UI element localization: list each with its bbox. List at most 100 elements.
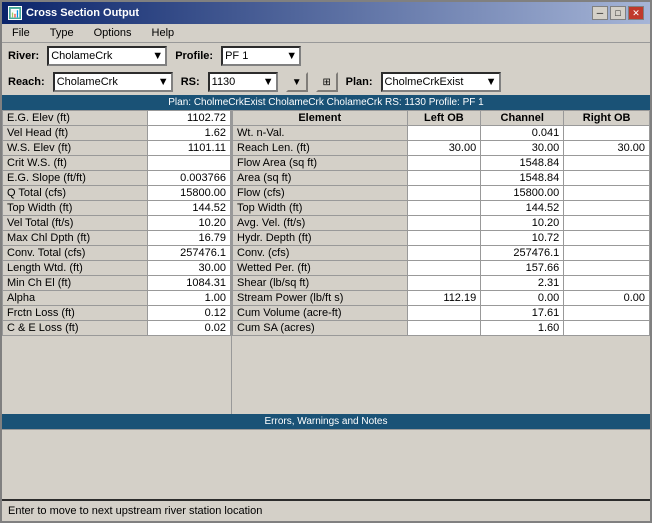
reach-dropdown[interactable]: CholameCrk ▼ (53, 72, 173, 92)
minimize-button[interactable]: ─ (592, 6, 608, 20)
right-table-right-ob (564, 216, 650, 231)
right-table-channel: 2.31 (481, 276, 564, 291)
close-button[interactable]: ✕ (628, 6, 644, 20)
right-table-element: Shear (lb/sq ft) (233, 276, 408, 291)
nav-icon-button[interactable]: ⊞ (316, 72, 338, 92)
app-icon: 📊 (8, 6, 22, 20)
profile-dropdown[interactable]: PF 1 ▼ (221, 46, 301, 66)
nav-down-button[interactable]: ▼ (286, 72, 308, 92)
right-table-element: Area (sq ft) (233, 171, 408, 186)
form-row-2: Reach: CholameCrk ▼ RS: 1130 ▼ ▼ ⊞ Plan:… (2, 69, 650, 95)
left-table-label: W.S. Elev (ft) (3, 141, 148, 156)
right-table-channel: 0.041 (481, 126, 564, 141)
left-table-value: 144.52 (148, 201, 231, 216)
window-controls: ─ □ ✕ (592, 6, 644, 20)
right-table-right-ob (564, 261, 650, 276)
right-table-left-ob (407, 171, 481, 186)
right-table-left-ob: 30.00 (407, 141, 481, 156)
right-table-row: Avg. Vel. (ft/s)10.20 (233, 216, 650, 231)
right-table-element: Hydr. Depth (ft) (233, 231, 408, 246)
maximize-button[interactable]: □ (610, 6, 626, 20)
right-table-element: Top Width (ft) (233, 201, 408, 216)
right-table-element: Stream Power (lb/ft s) (233, 291, 408, 306)
right-table-channel: 10.20 (481, 216, 564, 231)
right-table-left-ob (407, 276, 481, 291)
right-table-right-ob (564, 126, 650, 141)
left-table-row: Alpha1.00 (3, 291, 231, 306)
left-table: E.G. Elev (ft)1102.72Vel Head (ft)1.62W.… (2, 110, 231, 336)
right-table-element: Flow (cfs) (233, 186, 408, 201)
right-table-row: Wt. n-Val.0.041 (233, 126, 650, 141)
left-table-value (148, 156, 231, 171)
right-table-right-ob (564, 201, 650, 216)
main-content: E.G. Elev (ft)1102.72Vel Head (ft)1.62W.… (2, 110, 650, 414)
right-table-element: Wetted Per. (ft) (233, 261, 408, 276)
right-table-left-ob (407, 231, 481, 246)
errors-bar: Errors, Warnings and Notes (2, 414, 650, 429)
right-table-row: Hydr. Depth (ft) 10.72 (233, 231, 650, 246)
rs-dropdown[interactable]: 1130 ▼ (208, 72, 278, 92)
left-table-value: 1.62 (148, 126, 231, 141)
right-table-channel: 257476.1 (481, 246, 564, 261)
form-row-1: River: CholameCrk ▼ Profile: PF 1 ▼ (2, 43, 650, 69)
river-dropdown[interactable]: CholameCrk ▼ (47, 46, 167, 66)
info-bar: Plan: CholmeCrkExist CholameCrk CholameC… (2, 95, 650, 110)
profile-label: Profile: (175, 50, 213, 62)
plan-dropdown-arrow: ▼ (486, 76, 497, 88)
right-table-row: Shear (lb/sq ft) 2.31 (233, 276, 650, 291)
right-table-row: Flow Area (sq ft)1548.84 (233, 156, 650, 171)
right-table-right-ob (564, 156, 650, 171)
left-table-label: Alpha (3, 291, 148, 306)
left-table-label: Min Ch El (ft) (3, 276, 148, 291)
reach-dropdown-arrow: ▼ (158, 76, 169, 88)
right-table-left-ob (407, 156, 481, 171)
left-table-label: C & E Loss (ft) (3, 321, 148, 336)
right-table-element: Reach Len. (ft) (233, 141, 408, 156)
left-table-value: 1.00 (148, 291, 231, 306)
right-table-channel: 0.00 (481, 291, 564, 306)
cross-section-output-window: 📊 Cross Section Output ─ □ ✕ File Type O… (0, 0, 652, 523)
left-table-label: Q Total (cfs) (3, 186, 148, 201)
right-table-element: Conv. (cfs) (233, 246, 408, 261)
status-bar: Enter to move to next upstream river sta… (2, 499, 650, 521)
right-table-element: Cum SA (acres) (233, 321, 408, 336)
menu-help[interactable]: Help (146, 26, 181, 40)
plan-dropdown[interactable]: CholmeCrkExist ▼ (381, 72, 501, 92)
left-table-value: 1102.72 (148, 111, 231, 126)
right-table-channel: 10.72 (481, 231, 564, 246)
river-label: River: (8, 50, 39, 62)
rs-dropdown-arrow: ▼ (263, 76, 274, 88)
left-table-row: Frctn Loss (ft)0.12 (3, 306, 231, 321)
rs-label: RS: (181, 76, 200, 88)
left-table-label: Top Width (ft) (3, 201, 148, 216)
right-table-left-ob (407, 321, 481, 336)
menu-type[interactable]: Type (44, 26, 80, 40)
right-table-channel: 17.61 (481, 306, 564, 321)
right-table-row: Reach Len. (ft)30.0030.0030.00 (233, 141, 650, 156)
right-table-row: Conv. (cfs) 257476.1 (233, 246, 650, 261)
right-table-left-ob (407, 306, 481, 321)
right-table-channel: 1548.84 (481, 171, 564, 186)
left-table-row: C & E Loss (ft)0.02 (3, 321, 231, 336)
right-table-right-ob (564, 186, 650, 201)
right-table-left-ob: 112.19 (407, 291, 481, 306)
col-channel: Channel (481, 111, 564, 126)
right-table-row: Area (sq ft) 1548.84 (233, 171, 650, 186)
menu-options[interactable]: Options (88, 26, 138, 40)
left-table-value: 1101.11 (148, 141, 231, 156)
left-table-label: Frctn Loss (ft) (3, 306, 148, 321)
left-table-label: Max Chl Dpth (ft) (3, 231, 148, 246)
left-table-label: Vel Head (ft) (3, 126, 148, 141)
right-table-left-ob (407, 126, 481, 141)
right-table-left-ob (407, 216, 481, 231)
left-table-value: 15800.00 (148, 186, 231, 201)
left-table-label: E.G. Slope (ft/ft) (3, 171, 148, 186)
left-table-label: Crit W.S. (ft) (3, 156, 148, 171)
right-table-right-ob (564, 306, 650, 321)
right-table-channel: 15800.00 (481, 186, 564, 201)
errors-content (2, 429, 650, 499)
right-table-channel: 157.66 (481, 261, 564, 276)
menu-file[interactable]: File (6, 26, 36, 40)
right-table-right-ob (564, 246, 650, 261)
right-table-right-ob (564, 276, 650, 291)
